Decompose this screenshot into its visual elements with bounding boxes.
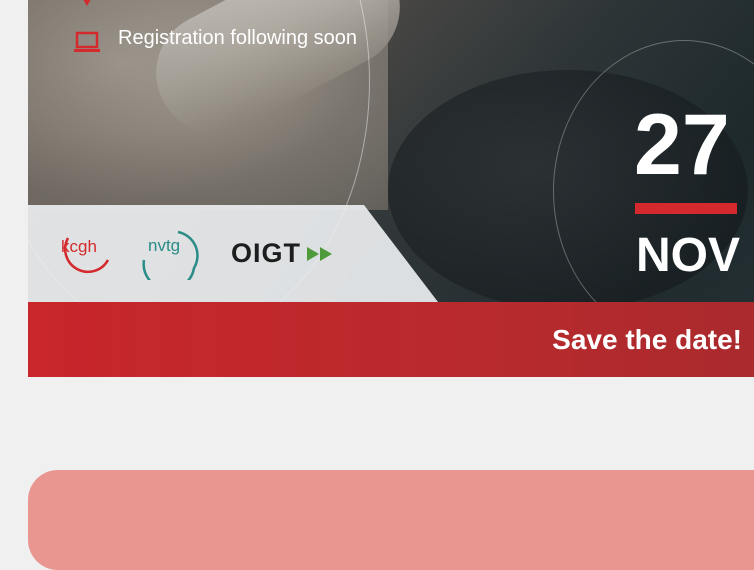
info-card xyxy=(28,470,754,570)
kcgh-logo: kcgh xyxy=(61,237,110,274)
date-divider xyxy=(635,203,737,214)
oigt-logo-text: OIGT xyxy=(231,238,301,268)
save-the-date-label: Save the date! xyxy=(552,324,742,355)
location-pin-icon xyxy=(83,0,91,6)
nvtg-logo: nvtg xyxy=(142,230,199,280)
event-day: 27 xyxy=(634,97,730,193)
kcgh-logo-text: kcgh xyxy=(61,237,97,256)
event-banner: Registration following soon kcgh nvtg OI… xyxy=(28,0,754,377)
double-arrow-icon xyxy=(307,246,332,261)
registration-notice: Registration following soon xyxy=(118,27,358,49)
event-month: NOV xyxy=(636,229,741,282)
oigt-logo: OIGT xyxy=(231,238,337,269)
laptop-icon xyxy=(74,31,100,52)
nvtg-logo-text: nvtg xyxy=(148,236,180,255)
